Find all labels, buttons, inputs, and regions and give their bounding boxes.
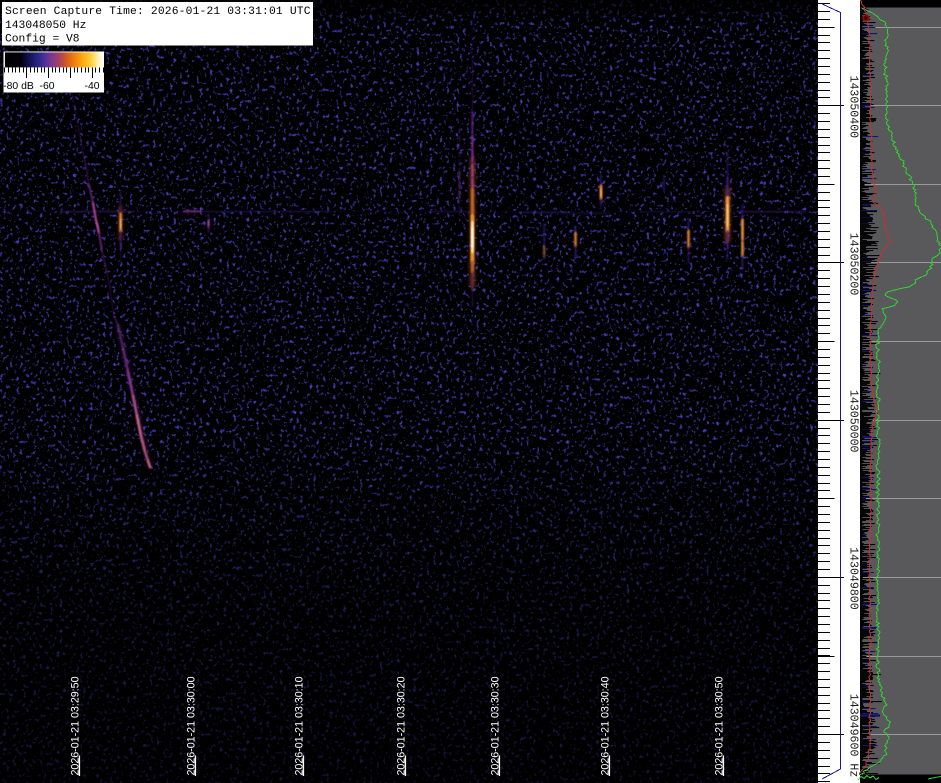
svg-text:-40: -40 (85, 81, 100, 92)
svg-text:-60: -60 (40, 81, 55, 92)
svg-text:143050000: 143050000 (846, 390, 859, 453)
svg-text:143050200: 143050200 (846, 233, 859, 296)
svg-text:143050400: 143050400 (846, 76, 859, 139)
svg-text:143049600 Hz: 143049600 Hz (846, 694, 859, 778)
svg-text:Config = V8: Config = V8 (5, 33, 80, 45)
svg-text:143049800: 143049800 (846, 547, 859, 610)
svg-text:Screen Capture Time: 2026-01-2: Screen Capture Time: 2026-01-21 03:31:01… (5, 6, 311, 18)
svg-text:143048050 Hz: 143048050 Hz (5, 20, 86, 32)
svg-text:-80 dB: -80 dB (3, 81, 34, 92)
